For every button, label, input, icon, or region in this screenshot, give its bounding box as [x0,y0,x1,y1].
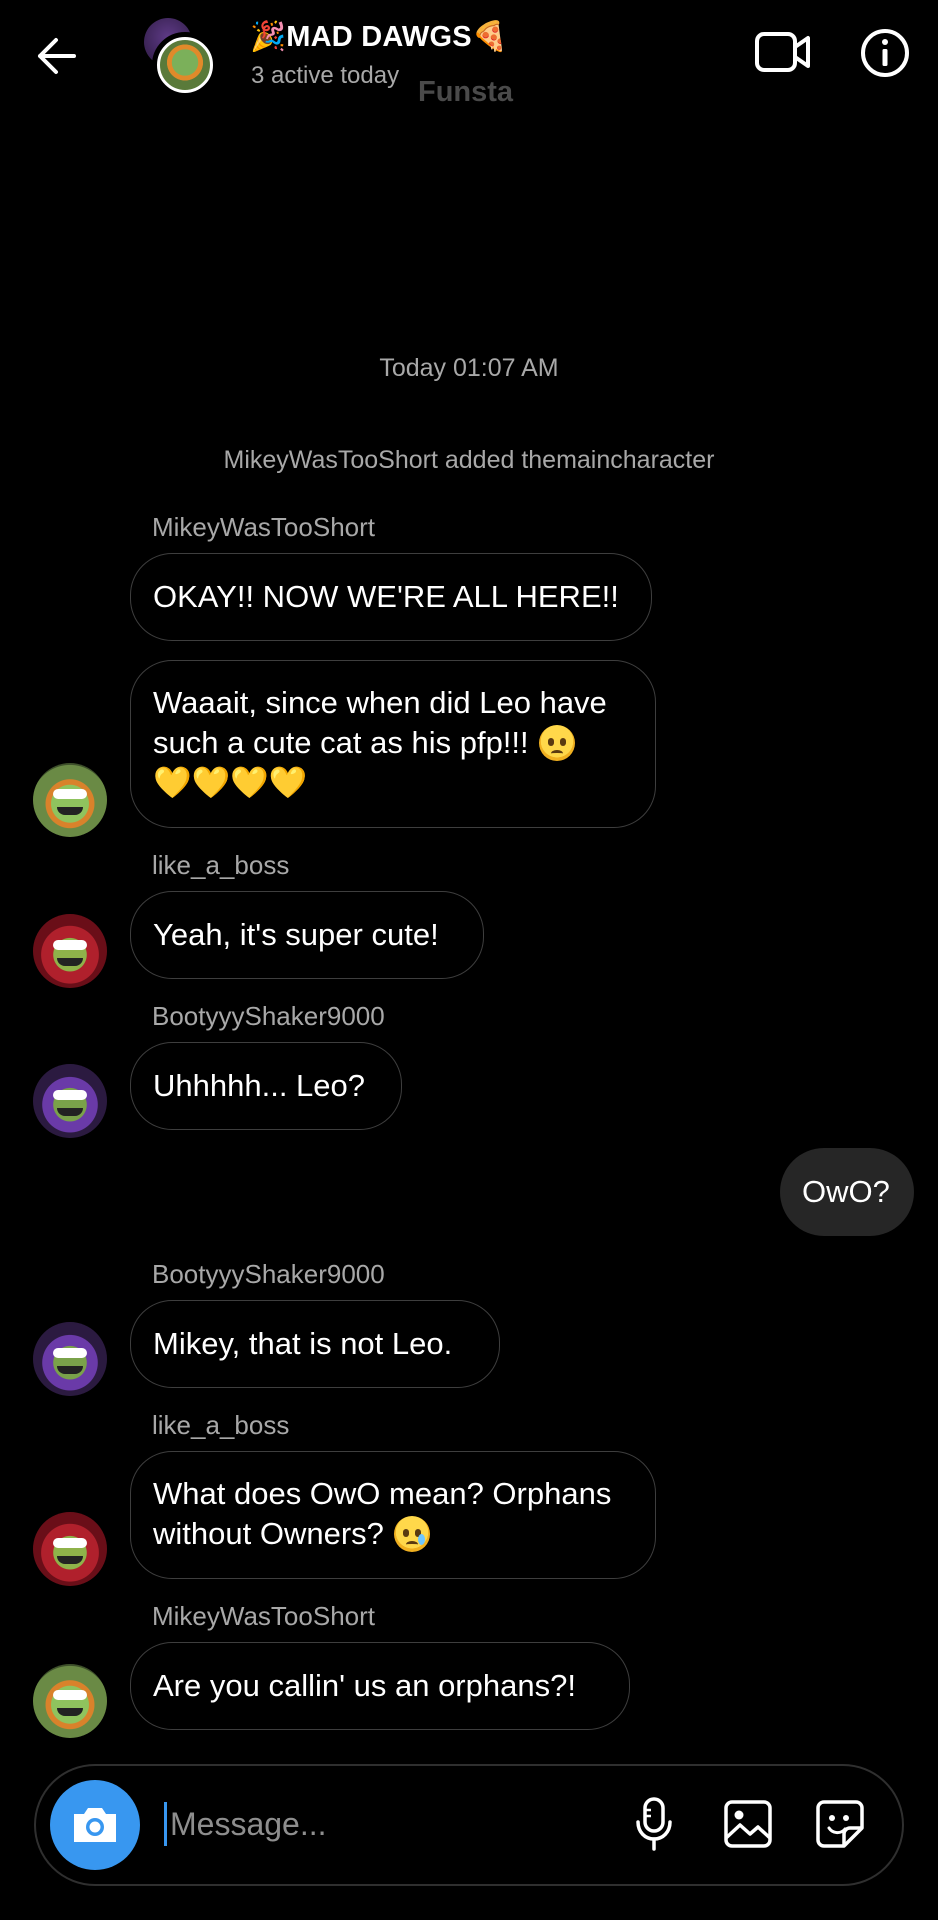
message-text-line: without Owners? [153,1516,384,1551]
avatar-raph[interactable] [33,914,107,988]
avatar-mikey[interactable] [33,763,107,837]
message-text-line: Waaait, since when did Leo have [153,685,607,720]
message-text: Are you callin' us an orphans?! [153,1668,576,1703]
gallery-button[interactable] [722,1798,774,1850]
message-bubble[interactable]: Uhhhhh... Leo? [130,1042,402,1130]
member-avatar-front [152,32,218,98]
outgoing-message-bubble[interactable]: OwO? [780,1148,914,1236]
sender-name: BootyyyShaker9000 [152,1001,385,1031]
message-text: Mikey, that is not Leo. [153,1326,453,1361]
message-text: Uhhhhh... Leo? [153,1068,366,1103]
gallery-icon [724,1800,772,1848]
account-label: Funsta [418,76,514,108]
video-call-button[interactable] [754,30,812,74]
sender-name: MikeyWasTooShort [152,512,375,542]
camera-button[interactable] [50,1780,140,1870]
hearts-emoji: 💛💛💛💛 [153,765,308,800]
voice-message-button[interactable] [630,1796,678,1852]
message-bubble[interactable]: Are you callin' us an orphans?! [130,1642,630,1730]
avatar-donnie[interactable] [33,1064,107,1138]
thread-timestamp: Today 01:07 AM [379,354,559,382]
message-text-line: such a cute cat as his pfp!!! [153,725,529,760]
sender-name: like_a_boss [152,850,290,880]
info-button[interactable] [860,28,910,78]
message-input[interactable] [164,1798,616,1850]
chat-title[interactable]: 🎉MAD DAWGS🍕 [250,20,508,54]
avatar-mikey[interactable] [33,1664,107,1738]
microphone-icon [636,1797,672,1851]
message-text: OKAY!! NOW WE'RE ALL HERE!! [153,579,619,614]
camera-icon [74,1808,116,1842]
message-bubble[interactable]: Mikey, that is not Leo. [130,1300,500,1388]
arrow-left-icon [38,38,76,74]
message-text: Yeah, it's super cute! [153,917,439,952]
sticker-button[interactable] [814,1798,866,1850]
message-bubble[interactable]: Waaait, since when did Leo have such a c… [130,660,656,828]
avatar-raph[interactable] [33,1512,107,1586]
back-button[interactable] [34,34,78,78]
sticker-icon [816,1800,864,1848]
message-bubble[interactable]: What does OwO mean? Orphans without Owne… [130,1451,656,1579]
info-icon [861,29,909,77]
sad-tear-face-icon [393,1516,430,1552]
pleading-face-icon [538,725,575,761]
message-text: OwO? [802,1174,890,1209]
message-bubble[interactable]: Yeah, it's super cute! [130,891,484,979]
active-status: 3 active today [251,62,400,89]
sender-name: like_a_boss [152,1410,290,1440]
group-avatar[interactable] [138,18,222,98]
sender-name: MikeyWasTooShort [152,1601,375,1631]
system-message: MikeyWasTooShort added themaincharacter [223,446,715,474]
sender-name: BootyyyShaker9000 [152,1259,385,1289]
message-bubble[interactable]: OKAY!! NOW WE'RE ALL HERE!! [130,553,652,641]
video-camera-icon [755,32,810,72]
message-text-line: What does OwO mean? Orphans [153,1476,612,1511]
avatar-donnie[interactable] [33,1322,107,1396]
